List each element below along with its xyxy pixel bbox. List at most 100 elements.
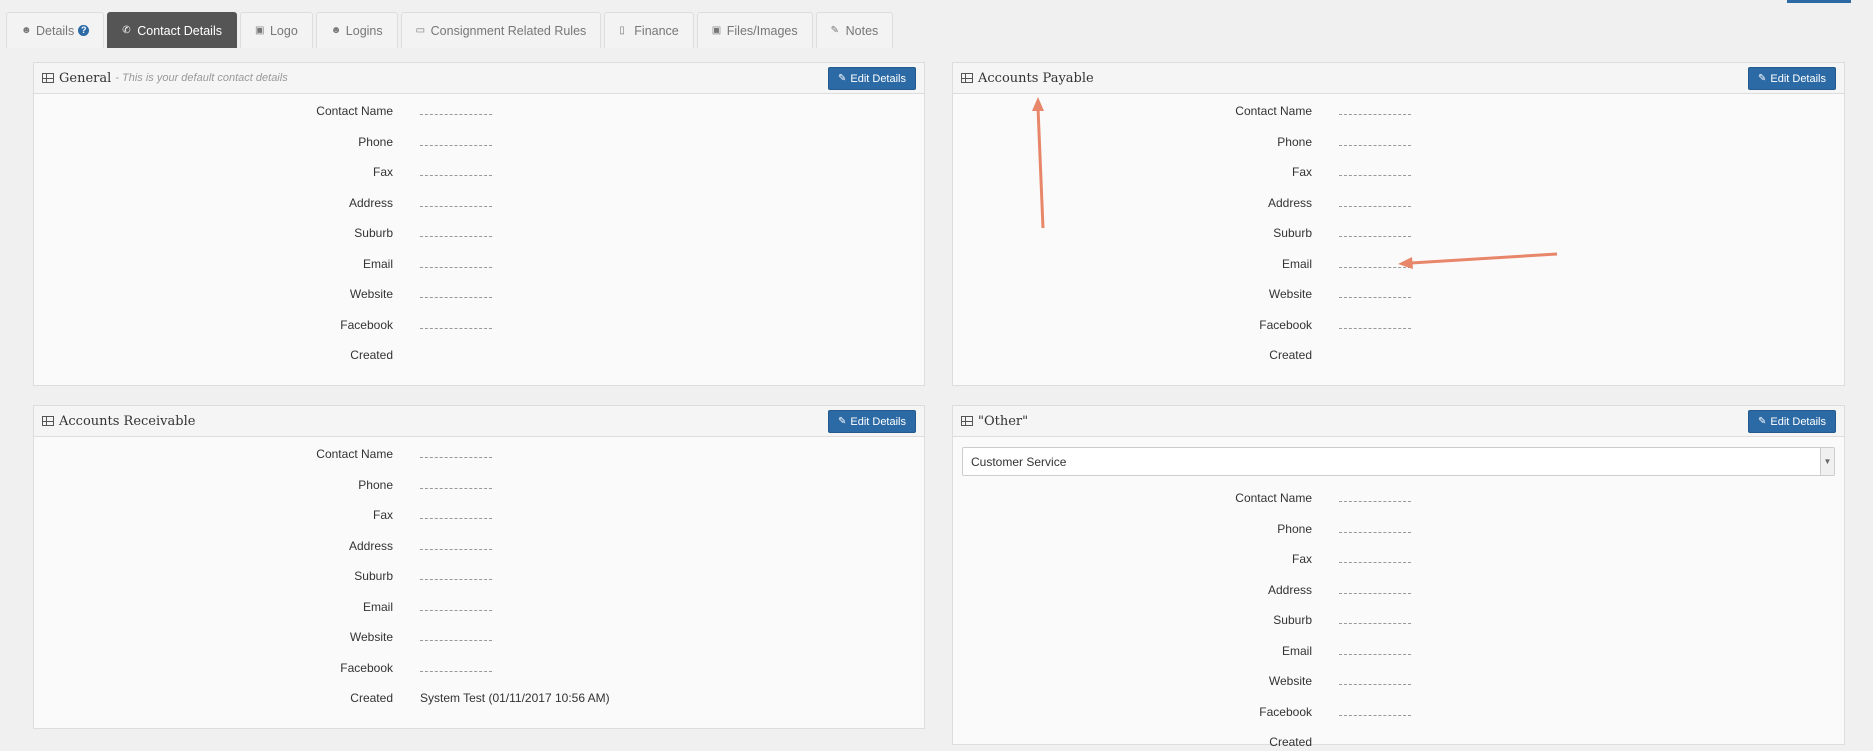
field-label: Fax bbox=[1291, 165, 1312, 179]
editable-field-value[interactable] bbox=[420, 297, 492, 298]
field-label: Created bbox=[350, 691, 393, 705]
editable-field-value[interactable] bbox=[1339, 592, 1411, 594]
field-row: Facebook bbox=[953, 705, 1653, 721]
panel-header: "Other" ✎ Edit Details bbox=[953, 406, 1844, 437]
panel-header: Accounts Payable ✎ Edit Details bbox=[953, 63, 1844, 94]
user-icon: ☻ bbox=[21, 25, 32, 36]
edit-label: Edit Details bbox=[850, 415, 906, 428]
field-row: Email bbox=[953, 644, 1653, 660]
tab-label: Consignment Related Rules bbox=[430, 23, 587, 38]
field-label: Address bbox=[348, 195, 393, 210]
file-image-icon: ▣ bbox=[711, 25, 722, 36]
image-icon: ▣ bbox=[254, 25, 265, 36]
field-row: Contact Name bbox=[34, 104, 734, 120]
editable-field-value[interactable] bbox=[1339, 531, 1411, 533]
field-label: Facebook bbox=[340, 660, 393, 675]
field-row: Facebook bbox=[34, 661, 734, 677]
editable-field-value[interactable] bbox=[1339, 562, 1411, 563]
tab-contact-details[interactable]: ✆ Contact Details bbox=[107, 12, 237, 48]
field-label: Suburb bbox=[1273, 226, 1312, 240]
panel-title: Accounts Payable bbox=[978, 70, 1094, 86]
editable-field-value[interactable] bbox=[420, 327, 492, 329]
tab-files-images[interactable]: ▣ Files/Images bbox=[696, 12, 813, 48]
edit-details-button[interactable]: ✎ Edit Details bbox=[827, 410, 916, 433]
editable-field-value[interactable] bbox=[1339, 501, 1411, 502]
editable-field-value[interactable] bbox=[1339, 684, 1411, 685]
select-value: Customer Service bbox=[971, 454, 1067, 469]
field-row: Suburb bbox=[953, 226, 1653, 242]
panel-accounts-receivable: Accounts Receivable ✎ Edit Details Conta… bbox=[33, 405, 925, 729]
edit-details-button[interactable]: ✎ Edit Details bbox=[827, 67, 916, 90]
editable-field-value[interactable] bbox=[420, 670, 492, 672]
editable-field-value[interactable] bbox=[1339, 205, 1411, 207]
editable-field-value[interactable] bbox=[1339, 266, 1411, 268]
editable-field-value[interactable] bbox=[1339, 297, 1411, 298]
editable-field-value[interactable] bbox=[420, 548, 492, 550]
editable-field-value[interactable] bbox=[1339, 623, 1411, 624]
editable-field-value[interactable] bbox=[1339, 144, 1411, 146]
panel-title: Accounts Receivable bbox=[59, 413, 196, 429]
tab-label: Logins bbox=[345, 23, 383, 38]
editable-field-value[interactable] bbox=[1339, 175, 1411, 176]
tab-logo[interactable]: ▣ Logo bbox=[239, 12, 313, 48]
tab-details[interactable]: ☻ Details ? bbox=[6, 12, 105, 48]
editable-field-value[interactable] bbox=[420, 266, 492, 268]
field-row: Created bbox=[953, 348, 1653, 364]
editable-field-value[interactable] bbox=[420, 640, 492, 641]
field-label: Facebook bbox=[340, 317, 393, 332]
field-label: Facebook bbox=[1259, 317, 1312, 332]
table-icon bbox=[961, 416, 973, 426]
field-label: Website bbox=[349, 630, 393, 644]
tab-logins[interactable]: ☻ Logins bbox=[315, 12, 398, 48]
tab-consignment-rules[interactable]: ▭ Consignment Related Rules bbox=[400, 12, 602, 48]
field-row: Fax bbox=[34, 165, 734, 181]
field-label: Email bbox=[1281, 643, 1312, 658]
field-row: Fax bbox=[34, 508, 734, 524]
field-label: Fax bbox=[372, 165, 393, 179]
contact-type-select[interactable]: Customer Service ▼ bbox=[962, 447, 1835, 476]
field-label: Contact Name bbox=[316, 104, 393, 118]
field-label: Phone bbox=[358, 477, 393, 492]
editable-field-value[interactable] bbox=[420, 175, 492, 176]
edit-details-button[interactable]: ✎ Edit Details bbox=[1747, 410, 1836, 433]
tab-label: Details bbox=[36, 23, 75, 38]
field-row: Created System Test (01/11/2017 10:56 AM) bbox=[34, 691, 734, 707]
edit-label: Edit Details bbox=[1770, 72, 1826, 85]
table-icon bbox=[961, 73, 973, 83]
editable-field-value[interactable] bbox=[1339, 653, 1411, 655]
editable-field-value[interactable] bbox=[420, 205, 492, 207]
field-row: Contact Name bbox=[953, 104, 1653, 120]
field-label: Suburb bbox=[354, 569, 393, 583]
panel-accounts-payable: Accounts Payable ✎ Edit Details Contact … bbox=[952, 62, 1845, 386]
field-label: Email bbox=[362, 599, 393, 614]
field-label: Phone bbox=[1277, 521, 1312, 536]
editable-field-value[interactable] bbox=[420, 487, 492, 489]
field-label: Created bbox=[350, 348, 393, 362]
chevron-down-icon[interactable]: ▼ bbox=[1820, 448, 1834, 475]
panel-other: "Other" ✎ Edit Details Customer Service … bbox=[952, 405, 1845, 749]
editable-field-value[interactable] bbox=[1339, 236, 1411, 237]
field-row: Suburb bbox=[34, 569, 734, 585]
editable-field-value[interactable] bbox=[420, 236, 492, 237]
panel-title: "Other" bbox=[978, 413, 1029, 429]
created-value: System Test (01/11/2017 10:56 AM) bbox=[420, 691, 610, 705]
edit-icon: ✎ bbox=[1757, 416, 1767, 427]
editable-field-value[interactable] bbox=[420, 609, 492, 611]
panel-title: General bbox=[59, 70, 112, 86]
editable-field-value[interactable] bbox=[1339, 714, 1411, 716]
field-row: Website bbox=[953, 674, 1653, 690]
editable-field-value[interactable] bbox=[1339, 327, 1411, 329]
editable-field-value[interactable] bbox=[420, 144, 492, 146]
editable-field-value[interactable] bbox=[1339, 114, 1411, 115]
editable-field-value[interactable] bbox=[420, 114, 492, 115]
editable-field-value[interactable] bbox=[420, 457, 492, 458]
help-icon[interactable]: ? bbox=[78, 25, 90, 36]
field-label: Website bbox=[1268, 287, 1312, 301]
tab-notes[interactable]: ✎ Notes bbox=[815, 12, 894, 48]
field-row: Contact Name bbox=[953, 491, 1653, 507]
tab-finance[interactable]: ▯ Finance bbox=[604, 12, 694, 48]
editable-field-value[interactable] bbox=[420, 518, 492, 519]
edit-icon: ✎ bbox=[837, 416, 847, 427]
edit-details-button[interactable]: ✎ Edit Details bbox=[1747, 67, 1836, 90]
editable-field-value[interactable] bbox=[420, 579, 492, 580]
